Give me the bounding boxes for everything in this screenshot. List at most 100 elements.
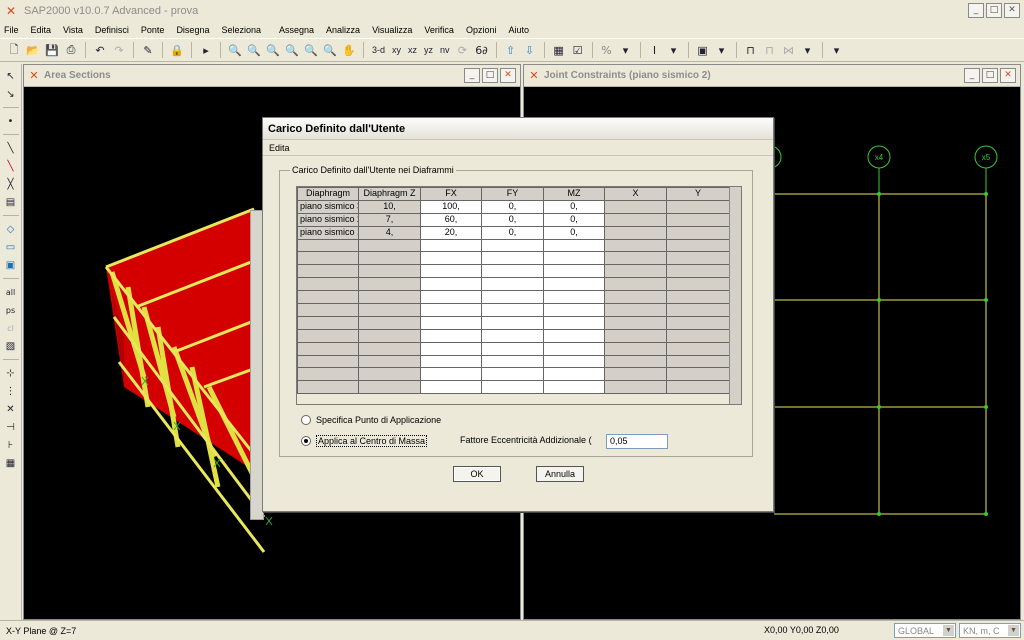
cancel-button[interactable]: Annulla — [536, 466, 584, 482]
menu-seleziona[interactable]: Seleziona — [221, 25, 261, 35]
cell-x[interactable] — [604, 212, 667, 227]
empty-cell[interactable] — [420, 290, 482, 305]
clear-selection-button[interactable]: cl — [2, 320, 20, 336]
cell-diaphragm[interactable]: piano sismico 3 — [297, 199, 359, 214]
frame-sections-icon[interactable]: I — [647, 42, 663, 58]
empty-cell[interactable] — [604, 341, 667, 356]
empty-cell[interactable] — [358, 238, 421, 253]
set-display-icon[interactable]: ▦ — [551, 42, 567, 58]
empty-cell[interactable] — [666, 264, 730, 279]
empty-cell[interactable] — [604, 303, 667, 317]
empty-cell[interactable] — [420, 354, 482, 369]
empty-cell[interactable] — [666, 341, 730, 356]
empty-cell[interactable] — [604, 315, 667, 330]
empty-cell[interactable] — [604, 380, 667, 395]
menu-definisci[interactable]: Definisci — [95, 25, 129, 35]
undo-icon[interactable]: ↶ — [92, 42, 108, 58]
empty-cell[interactable] — [481, 251, 544, 266]
cell-diaphragm[interactable]: piano sismico 2 — [297, 212, 359, 227]
empty-cell[interactable] — [358, 290, 421, 305]
quick-draw-area-icon[interactable]: ▣ — [2, 257, 20, 273]
cell-y[interactable] — [666, 199, 730, 214]
maximize-button[interactable]: □ — [986, 3, 1002, 18]
zoom-in-icon[interactable]: 🔍 — [265, 42, 281, 58]
menu-file[interactable]: File — [4, 25, 19, 35]
zoom-out-icon[interactable]: 🔍 — [284, 42, 300, 58]
maximize-button[interactable]: □ — [982, 68, 998, 83]
close-button[interactable]: ✕ — [500, 68, 516, 83]
empty-cell[interactable] — [481, 354, 544, 369]
empty-cell[interactable] — [297, 354, 359, 369]
diaphragm-load-table[interactable]: Diaphragm Diaphragm Z FX FY MZ X Y piano… — [296, 186, 742, 405]
empty-cell[interactable] — [604, 290, 667, 305]
view-yz-button[interactable]: yz — [422, 42, 435, 58]
snap-intersections-icon[interactable]: ✕ — [2, 401, 20, 417]
col-header-y[interactable]: Y — [666, 187, 730, 201]
frame-draw-icon[interactable]: ⊓ — [743, 42, 759, 58]
view-xz-button[interactable]: xz — [406, 42, 419, 58]
zoom-window-icon[interactable]: 🔍 — [227, 42, 243, 58]
cell-mz[interactable]: 0, — [543, 225, 605, 240]
snap-ends-icon[interactable]: ⋮ — [2, 383, 20, 399]
empty-cell[interactable] — [666, 251, 730, 266]
empty-cell[interactable] — [481, 264, 544, 279]
empty-cell[interactable] — [420, 315, 482, 330]
cell-fy[interactable]: 0, — [481, 199, 544, 214]
minimize-button[interactable]: _ — [964, 68, 980, 83]
snap-perpendicular-icon[interactable]: ⊣ — [2, 419, 20, 435]
dropdown-arrow-icon[interactable]: ▾ — [800, 42, 816, 58]
select-all-button[interactable]: all — [2, 284, 20, 300]
empty-cell[interactable] — [420, 380, 482, 395]
empty-cell[interactable] — [543, 328, 605, 343]
minimize-button[interactable]: _ — [464, 68, 480, 83]
empty-cell[interactable] — [297, 277, 359, 292]
empty-cell[interactable] — [604, 251, 667, 266]
col-header-fx[interactable]: FX — [420, 187, 482, 201]
rotate-view-icon[interactable]: ⟳ — [455, 42, 471, 58]
save-icon[interactable]: 💾 — [44, 42, 60, 58]
cell-y[interactable] — [666, 212, 730, 227]
dialog-menu-edita[interactable]: Edita — [269, 143, 290, 153]
empty-cell[interactable] — [297, 380, 359, 395]
zoom-full-icon[interactable]: 🔍 — [246, 42, 262, 58]
empty-cell[interactable] — [666, 303, 730, 317]
view-nv-button[interactable]: nv — [438, 42, 452, 58]
zoom-previous-icon[interactable]: 🔍 — [303, 42, 319, 58]
menu-verifica[interactable]: Verifica — [424, 25, 454, 35]
draw-poly-area-icon[interactable]: ◇ — [2, 221, 20, 237]
check-icon[interactable]: ☑ — [570, 42, 586, 58]
eccentricity-input[interactable]: 0,05 — [606, 434, 668, 449]
view-3d-button[interactable]: 3-d — [370, 42, 387, 58]
cell-x[interactable] — [604, 225, 667, 240]
cell-x[interactable] — [604, 199, 667, 214]
coord-system-select[interactable]: GLOBAL ▼ — [894, 623, 956, 638]
empty-cell[interactable] — [543, 303, 605, 317]
empty-cell[interactable] — [481, 341, 544, 356]
option-mass-radio[interactable]: Applica al Centro di Massa — [301, 435, 428, 447]
cell-y[interactable] — [666, 225, 730, 240]
frame-draw-alt-icon[interactable]: ⊓ — [762, 42, 778, 58]
col-header-diaphragm-z[interactable]: Diaphragm Z — [358, 187, 421, 201]
cell-diaphragm-z[interactable]: 10, — [358, 199, 421, 214]
empty-cell[interactable] — [297, 328, 359, 343]
empty-cell[interactable] — [358, 303, 421, 317]
empty-cell[interactable] — [358, 328, 421, 343]
empty-cell[interactable] — [297, 238, 359, 253]
empty-cell[interactable] — [358, 315, 421, 330]
lock-icon[interactable]: 🔒 — [169, 42, 185, 58]
menu-opzioni[interactable]: Opzioni — [466, 25, 497, 35]
draw-frame-icon[interactable]: ╲ — [2, 140, 20, 156]
cell-diaphragm[interactable]: piano sismico 1 — [297, 225, 359, 240]
cell-fy[interactable]: 0, — [481, 225, 544, 240]
empty-cell[interactable] — [543, 290, 605, 305]
empty-cell[interactable] — [543, 238, 605, 253]
redo-icon[interactable]: ↷ — [111, 42, 127, 58]
empty-cell[interactable] — [358, 277, 421, 292]
cell-fx[interactable]: 60, — [420, 212, 482, 227]
cell-fx[interactable]: 20, — [420, 225, 482, 240]
print-icon[interactable]: ⎙ — [63, 42, 79, 58]
menu-analizza[interactable]: Analizza — [326, 25, 360, 35]
empty-cell[interactable] — [604, 328, 667, 343]
empty-cell[interactable] — [358, 380, 421, 395]
empty-cell[interactable] — [297, 367, 359, 382]
